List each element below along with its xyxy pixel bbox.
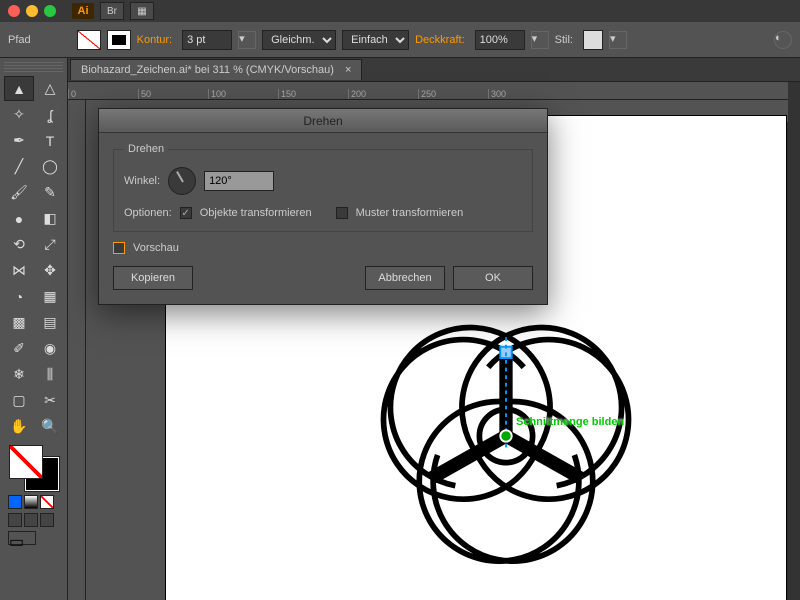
stroke-weight-stepper[interactable]: ▾ — [238, 31, 256, 49]
transform-patterns-checkbox[interactable] — [336, 207, 348, 219]
free-transform-tool[interactable]: ✥ — [35, 258, 65, 283]
screen-mode-icon[interactable]: ▭ — [8, 531, 36, 545]
rotate-group-label: Drehen — [124, 143, 168, 155]
app-badge: Ai — [72, 3, 94, 19]
selection-tool[interactable]: ▲ — [4, 76, 34, 101]
draw-behind-icon[interactable] — [24, 513, 38, 527]
options-label: Optionen: — [124, 207, 172, 219]
eyedropper-tool[interactable]: ✐ — [4, 336, 34, 361]
document-tab[interactable]: Biohazard_Zeichen.ai* bei 311 % (CMYK/Vo… — [70, 59, 362, 80]
style-swatch[interactable] — [583, 30, 603, 50]
style-stepper[interactable]: ▾ — [609, 31, 627, 49]
rotate-tool[interactable]: ⟲ — [4, 232, 34, 257]
recolor-artwork[interactable]: ◐ — [774, 31, 792, 49]
direct-select-tool[interactable]: △ — [35, 76, 65, 101]
hand-tool[interactable]: ✋ — [4, 414, 34, 439]
scale-tool[interactable]: ⤢ — [35, 232, 65, 257]
stroke-label: Kontur: — [137, 34, 172, 46]
opacity-label: Deckkraft: — [415, 34, 465, 46]
angle-label: Winkel: — [124, 175, 160, 187]
shape-tool[interactable]: ◯ — [35, 154, 65, 179]
document-tab-title: Biohazard_Zeichen.ai* bei 311 % (CMYK/Vo… — [81, 64, 334, 76]
titlebar: Ai Br ▦ — [0, 0, 800, 22]
color-mode-icon[interactable] — [8, 495, 22, 509]
cancel-button[interactable]: Abbrechen — [365, 266, 445, 290]
fill-color-icon[interactable] — [9, 445, 43, 479]
preview-checkbox[interactable] — [113, 242, 125, 254]
blend-tool[interactable]: ◉ — [35, 336, 65, 361]
vertical-ruler[interactable] — [68, 100, 86, 600]
stroke-weight-input[interactable] — [182, 30, 232, 50]
rotate-group: Drehen Winkel: Optionen: ✓ Objekte trans… — [113, 143, 533, 232]
artboard-tool[interactable]: ▢ — [4, 388, 34, 413]
smart-guide-annotation: Schnittmenge bilden — [516, 416, 624, 428]
shape-builder-tool[interactable]: ◔ — [4, 284, 34, 309]
angle-knob[interactable] — [168, 167, 196, 195]
graph-tool[interactable]: ⫼ — [35, 362, 65, 387]
slice-tool[interactable]: ✂ — [35, 388, 65, 413]
blob-brush-tool[interactable]: ● — [4, 206, 34, 231]
style-label: Stil: — [555, 34, 573, 46]
close-window[interactable] — [8, 5, 20, 17]
lasso-tool[interactable]: ʆ — [35, 102, 65, 127]
angle-input[interactable] — [204, 171, 274, 191]
eraser-tool[interactable]: ◧ — [35, 206, 65, 231]
close-tab-icon[interactable]: × — [345, 64, 351, 76]
transform-objects-label: Objekte transformieren — [200, 207, 312, 219]
copy-button[interactable]: Kopieren — [113, 266, 193, 290]
draw-inside-icon[interactable] — [40, 513, 54, 527]
control-bar: Pfad Kontur: ▾ Gleichm. Einfach Deckkraf… — [0, 22, 800, 58]
ok-button[interactable]: OK — [453, 266, 533, 290]
transform-objects-checkbox[interactable]: ✓ — [180, 207, 192, 219]
mesh-tool[interactable]: ▩ — [4, 310, 34, 335]
gradient-tool[interactable]: ▤ — [35, 310, 65, 335]
stroke-swatch[interactable] — [107, 30, 131, 50]
perspective-tool[interactable]: ▦ — [35, 284, 65, 309]
var-width-select[interactable]: Gleichm. — [262, 30, 336, 50]
document-tabstrip: Biohazard_Zeichen.ai* bei 311 % (CMYK/Vo… — [0, 58, 800, 82]
width-tool[interactable]: ⋈ — [4, 258, 34, 283]
pen-tool[interactable]: ✒ — [4, 128, 34, 153]
opacity-input[interactable] — [475, 30, 525, 50]
rotate-dialog: Drehen Drehen Winkel: Optionen: ✓ Objekt… — [98, 108, 548, 305]
bridge-button[interactable]: Br — [100, 2, 124, 20]
zoom-tool[interactable]: 🔍 — [35, 414, 65, 439]
opacity-stepper[interactable]: ▾ — [531, 31, 549, 49]
panel-grip[interactable] — [4, 62, 63, 72]
tools-panel: ▲ △ ✧ ʆ ✒ T ╱ ◯ 🖌 ✎ ● ◧ ⟲ ⤢ ⋈ ✥ ◔ ▦ ▩ ▤ … — [0, 58, 68, 600]
gradient-mode-icon[interactable] — [24, 495, 38, 509]
horizontal-ruler[interactable]: 050100150200250300 — [68, 82, 788, 100]
magic-wand-tool[interactable]: ✧ — [4, 102, 34, 127]
brush-def-select[interactable]: Einfach — [342, 30, 409, 50]
preview-label: Vorschau — [133, 242, 179, 254]
minimize-window[interactable] — [26, 5, 38, 17]
pencil-tool[interactable]: ✎ — [35, 180, 65, 205]
symbol-spray-tool[interactable]: ❄ — [4, 362, 34, 387]
dialog-title[interactable]: Drehen — [99, 109, 547, 133]
type-tool[interactable]: T — [35, 128, 65, 153]
arrange-docs-button[interactable]: ▦ — [130, 2, 154, 20]
object-type-label: Pfad — [8, 34, 31, 46]
draw-normal-icon[interactable] — [8, 513, 22, 527]
none-mode-icon[interactable] — [40, 495, 54, 509]
line-tool[interactable]: ╱ — [4, 154, 34, 179]
transform-patterns-label: Muster transformieren — [356, 207, 464, 219]
fill-stroke-swatches[interactable]: ▭ — [4, 445, 63, 545]
brush-tool[interactable]: 🖌 — [4, 180, 34, 205]
fill-swatch[interactable] — [77, 30, 101, 50]
zoom-window[interactable] — [44, 5, 56, 17]
